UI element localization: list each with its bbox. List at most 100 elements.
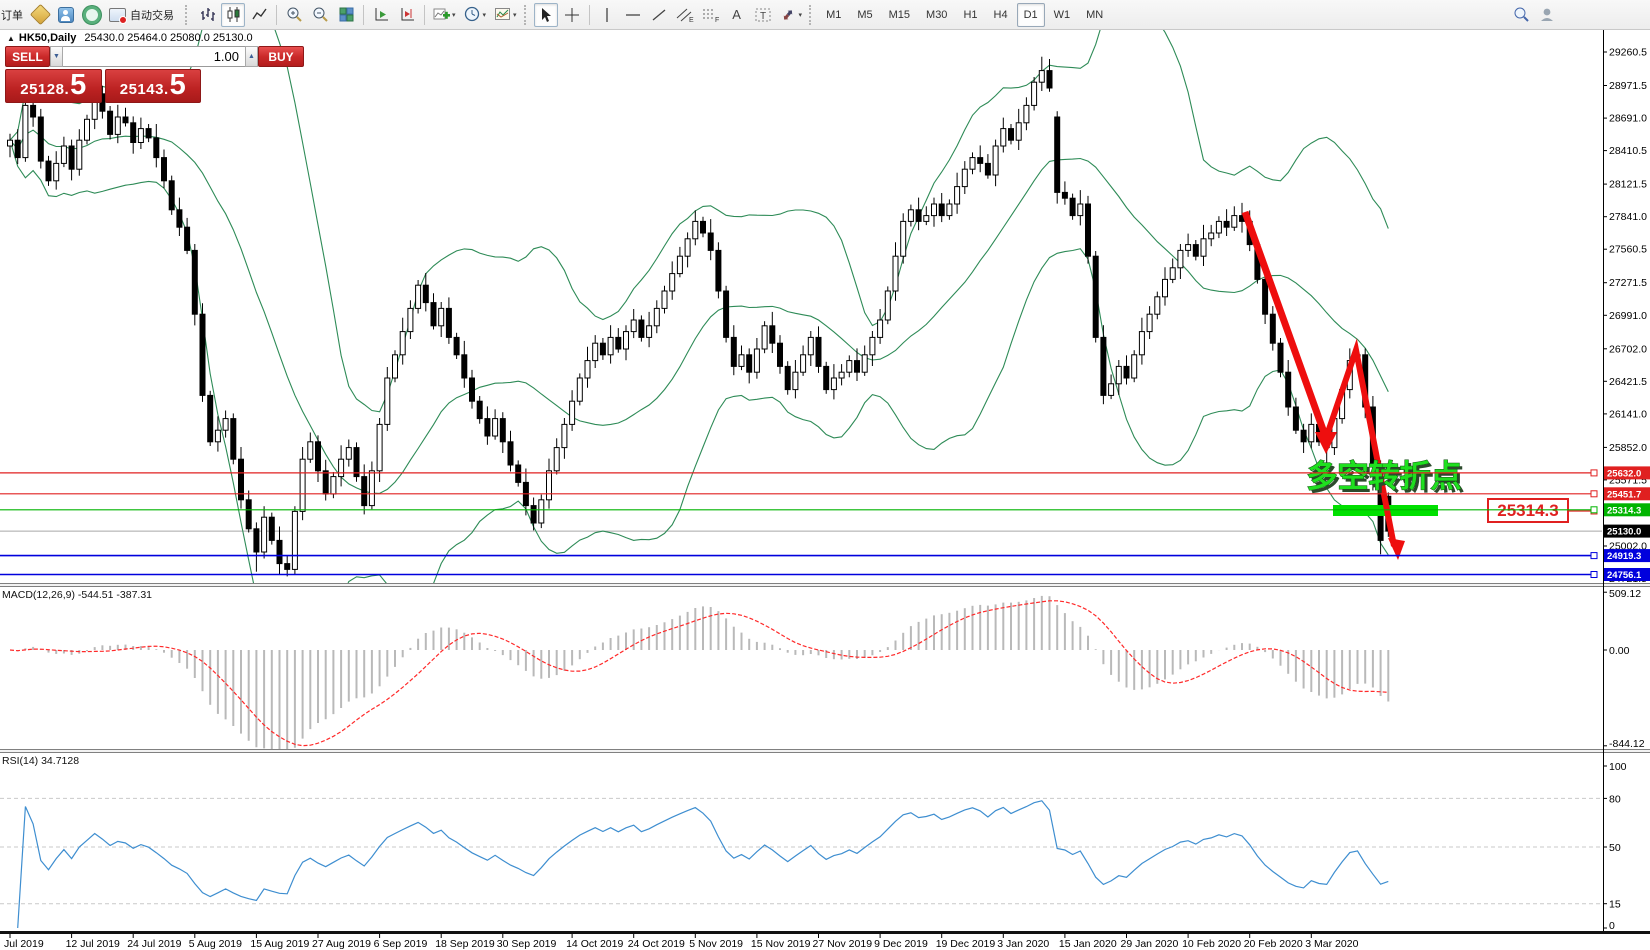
- toolbar-grip[interactable]: [524, 5, 530, 25]
- signals-button[interactable]: [80, 3, 104, 27]
- candle-body: [493, 419, 498, 436]
- timeframe-button-H1[interactable]: H1: [956, 3, 984, 27]
- candle-body: [1039, 71, 1044, 83]
- sell-button[interactable]: SELL: [5, 46, 50, 67]
- date-tick-label: 5 Aug 2019: [189, 938, 242, 950]
- date-tick-label: 3 Jan 2020: [997, 938, 1049, 950]
- candlestick-chart-button[interactable]: [221, 3, 245, 27]
- candle-body: [547, 471, 552, 500]
- timeframe-button-M30[interactable]: M30: [919, 3, 954, 27]
- text-label-button[interactable]: T: [751, 3, 775, 27]
- line-chart-button[interactable]: [247, 3, 271, 27]
- level-price-label: 25451.7: [1607, 489, 1641, 500]
- volume-decrease-button[interactable]: ▼: [50, 46, 63, 67]
- price-tick-label: 26991.0: [1609, 310, 1647, 322]
- chart-title: ▲ HK50,Daily 25430.0 25464.0 25080.0 251…: [7, 32, 253, 44]
- toolbar-grip[interactable]: [809, 5, 815, 25]
- search-button[interactable]: [1509, 2, 1533, 26]
- macd-signal-line: [10, 601, 1388, 746]
- chart-shift-button[interactable]: [395, 3, 419, 27]
- candle-body: [816, 337, 821, 366]
- fibonacci-icon: F: [702, 7, 720, 23]
- candle-body: [855, 361, 860, 373]
- date-tick-label: 15 Aug 2019: [250, 938, 309, 950]
- candle-body: [862, 355, 867, 372]
- toolbar-grip[interactable]: [185, 5, 191, 25]
- dropdown-icon: ▾: [452, 11, 456, 19]
- auto-scroll-button[interactable]: [369, 3, 393, 27]
- candle-body: [1139, 332, 1144, 355]
- buy-button[interactable]: BUY: [258, 46, 304, 67]
- chart-canvas[interactable]: 多空转折点多空转折点25314.329260.528971.528691.028…: [0, 0, 1650, 950]
- candle-body: [1024, 105, 1029, 122]
- periods-button[interactable]: ▾: [461, 3, 490, 27]
- rsi-label: RSI(14) 34.7128: [2, 755, 79, 767]
- candle-body: [454, 337, 459, 354]
- indicators-button[interactable]: ▾: [430, 3, 459, 27]
- cursor-button[interactable]: [534, 3, 558, 27]
- candle-body: [377, 424, 382, 470]
- zoom-in-button[interactable]: [282, 3, 306, 27]
- fibonacci-button[interactable]: F: [699, 3, 723, 27]
- horizontal-line-button[interactable]: [621, 3, 645, 27]
- tile-windows-button[interactable]: [334, 3, 358, 27]
- candle-body: [131, 123, 136, 143]
- timeframe-button-M15[interactable]: M15: [882, 3, 917, 27]
- text-button[interactable]: A: [725, 3, 749, 27]
- candle-body: [1078, 204, 1083, 216]
- volume-input[interactable]: [63, 46, 245, 67]
- timeframe-button-W1[interactable]: W1: [1047, 3, 1078, 27]
- zoom-out-button[interactable]: [308, 3, 332, 27]
- crosshair-button[interactable]: [560, 3, 584, 27]
- candle-body: [408, 308, 413, 331]
- sell-price[interactable]: 25128. 5: [5, 69, 102, 103]
- timeframe-button-M5[interactable]: M5: [850, 3, 879, 27]
- vertical-line-button[interactable]: [595, 3, 619, 27]
- candle-body: [1201, 239, 1206, 256]
- indicators-icon: [433, 6, 450, 23]
- buy-price[interactable]: 25143. 5: [105, 69, 202, 103]
- candle-body: [254, 529, 259, 552]
- candle-body: [1155, 297, 1160, 314]
- candle-body: [154, 138, 159, 158]
- candle-body: [1224, 221, 1229, 227]
- trendline-button[interactable]: [647, 3, 671, 27]
- candle-body: [1016, 123, 1021, 140]
- candle-body: [970, 158, 975, 170]
- candle-body: [831, 378, 836, 390]
- community-button[interactable]: [1535, 2, 1559, 26]
- crosshair-icon: [564, 7, 580, 23]
- candle-body: [69, 146, 74, 169]
- date-tick-label: 20 Feb 2020: [1244, 938, 1303, 950]
- candle-body: [955, 187, 960, 204]
- autotrading-button[interactable]: 自动交易: [106, 3, 181, 27]
- new-order-button[interactable]: 订单: [1, 7, 23, 23]
- candle-body: [947, 204, 952, 216]
- candle-body: [824, 366, 829, 389]
- new-order-gold-icon-button[interactable]: [28, 3, 52, 27]
- timeframe-button-D1[interactable]: D1: [1017, 3, 1045, 27]
- timeframe-button-MN[interactable]: MN: [1079, 3, 1110, 27]
- candle-body: [1178, 250, 1183, 267]
- annotation-text[interactable]: 多空转折点: [1307, 459, 1462, 494]
- volume-increase-button[interactable]: ▲: [245, 46, 258, 67]
- candle-body: [339, 459, 344, 476]
- timeframe-button-M1[interactable]: M1: [819, 3, 848, 27]
- price-tick-label: 28410.5: [1609, 145, 1647, 157]
- channel-button[interactable]: E: [673, 3, 697, 27]
- candle-body: [962, 169, 967, 186]
- candle-body: [693, 221, 698, 238]
- candle-body: [1047, 71, 1052, 88]
- price-tick-label: 28121.5: [1609, 179, 1647, 191]
- arrows-button[interactable]: ▾: [777, 3, 806, 27]
- candle-body: [893, 256, 898, 291]
- candle-body: [562, 424, 567, 447]
- market-watch-button[interactable]: [54, 3, 78, 27]
- one-click-trading-panel: SELL ▼ ▲ BUY 25128. 5 25143. 5: [5, 46, 201, 103]
- bar-chart-button[interactable]: [195, 3, 219, 27]
- candlestick-icon: [225, 6, 242, 23]
- templates-button[interactable]: ▾: [491, 3, 520, 27]
- candle-body: [346, 448, 351, 460]
- candle-body: [585, 361, 590, 378]
- timeframe-button-H4[interactable]: H4: [987, 3, 1015, 27]
